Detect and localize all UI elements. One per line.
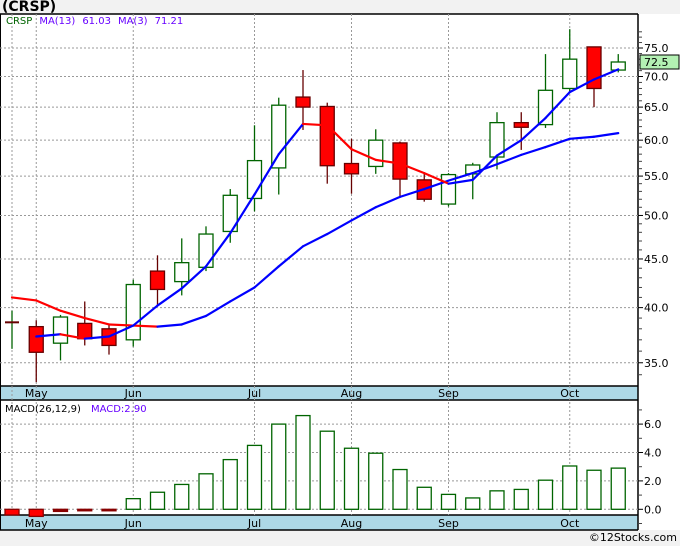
macd-tick-label: 0.0 [644, 503, 662, 516]
date-label: Oct [560, 387, 580, 400]
macd-bar [513, 488, 529, 510]
candle-body-up [562, 58, 578, 90]
legend-ma-short-label: MA(3) [118, 16, 148, 27]
date-label: Sep [438, 387, 459, 400]
price-tick-label: 35.0 [644, 357, 669, 370]
candle-body-up [52, 316, 69, 344]
price-tick-label: 75.0 [644, 42, 669, 55]
candle-body-down [343, 162, 360, 175]
candle-body-up [198, 233, 214, 268]
date-label-bottom: May [25, 517, 48, 530]
candle-body-down [77, 322, 93, 340]
macd-legend-value: MACD:2.90 [91, 404, 147, 415]
macd-bar [271, 423, 287, 510]
date-axis-band [0, 386, 638, 400]
price-tick-label: 50.0 [644, 209, 669, 222]
macd-bar [198, 473, 214, 510]
price-tick-label: 55.0 [644, 170, 669, 183]
macd-bar [77, 508, 93, 512]
date-label-bottom: Aug [341, 517, 362, 530]
macd-bar [149, 491, 166, 510]
candle-body-up [125, 283, 141, 341]
candle [125, 279, 141, 347]
macd-tick-label: 2.0 [644, 475, 662, 488]
watermark: ©12Stocks.com [588, 531, 677, 544]
candle-body-up [368, 139, 384, 168]
candle-body-down [319, 105, 335, 167]
macd-bar [4, 508, 20, 516]
candle-body-down [295, 96, 311, 108]
ma13-segment [107, 323, 135, 327]
price-tick-label: 40.0 [644, 302, 669, 315]
date-label-bottom: Oct [560, 517, 580, 530]
current-price-label: 72.5 [644, 56, 669, 69]
macd-bar [295, 414, 311, 510]
macd-bar [537, 479, 554, 510]
date-label: Jul [247, 387, 261, 400]
candle-body-up [271, 104, 287, 169]
date-label-bottom: Sep [438, 517, 459, 530]
price-tick-label: 70.0 [644, 70, 669, 83]
macd-bar [489, 490, 505, 510]
legend-symbol: CRSP [6, 16, 32, 27]
macd-bar [222, 458, 238, 510]
price-tick-label: 65.0 [644, 101, 669, 114]
stock-chart: (CRSP) 75.0 70.0 65.0 60.0 55.0 50.0 45.0 40.0 3… [0, 0, 680, 546]
macd-bar [465, 497, 481, 510]
candle-body-down [28, 325, 44, 353]
date-label: May [25, 387, 48, 400]
price-tick-label: 60.0 [644, 134, 669, 147]
candle-body-up [174, 262, 190, 283]
legend-ma-long-value: 61.03 [82, 16, 111, 27]
macd-tick-label: 4.0 [644, 447, 662, 460]
macd-bar [416, 486, 432, 510]
candle-body-down [392, 142, 408, 180]
macd-bar [174, 483, 190, 510]
candle-body-down [149, 270, 166, 291]
macd-bar [562, 465, 578, 510]
candle-body-down [513, 121, 529, 128]
legend-ma-short-value: 71.21 [155, 16, 184, 27]
macd-bar [392, 468, 408, 510]
macd-bar [246, 444, 263, 510]
price-panel [0, 14, 638, 386]
price-tick-label: 45.0 [644, 253, 669, 266]
macd-bar [586, 469, 602, 510]
date-label: Jun [124, 387, 142, 400]
ma13-segment [132, 324, 159, 328]
macd-bar [28, 508, 44, 518]
date-label: Aug [341, 387, 362, 400]
macd-bar [125, 497, 141, 510]
macd-bar [368, 452, 384, 510]
chart-canvas: 75.0 70.0 65.0 60.0 55.0 50.0 45.0 40.0 35.0 6.0 4… [0, 13, 680, 531]
macd-bar [440, 493, 457, 510]
date-label-bottom: Jun [124, 517, 142, 530]
date-axis-band-bottom [0, 515, 638, 530]
legend-ma-long-label: MA(13) [39, 16, 75, 27]
ma3-segment [301, 122, 329, 127]
macd-legend: MACD(26,12,9) MACD:2.90 [5, 404, 147, 415]
macd-bar [343, 447, 360, 510]
macd-tick-label: 6.0 [644, 418, 662, 431]
macd-legend-label: MACD(26,12,9) [5, 404, 81, 415]
date-label-bottom: Jul [247, 517, 261, 530]
macd-bar [610, 467, 626, 510]
macd-bar [52, 508, 69, 513]
macd-bar [319, 430, 335, 510]
macd-bar [101, 508, 117, 512]
